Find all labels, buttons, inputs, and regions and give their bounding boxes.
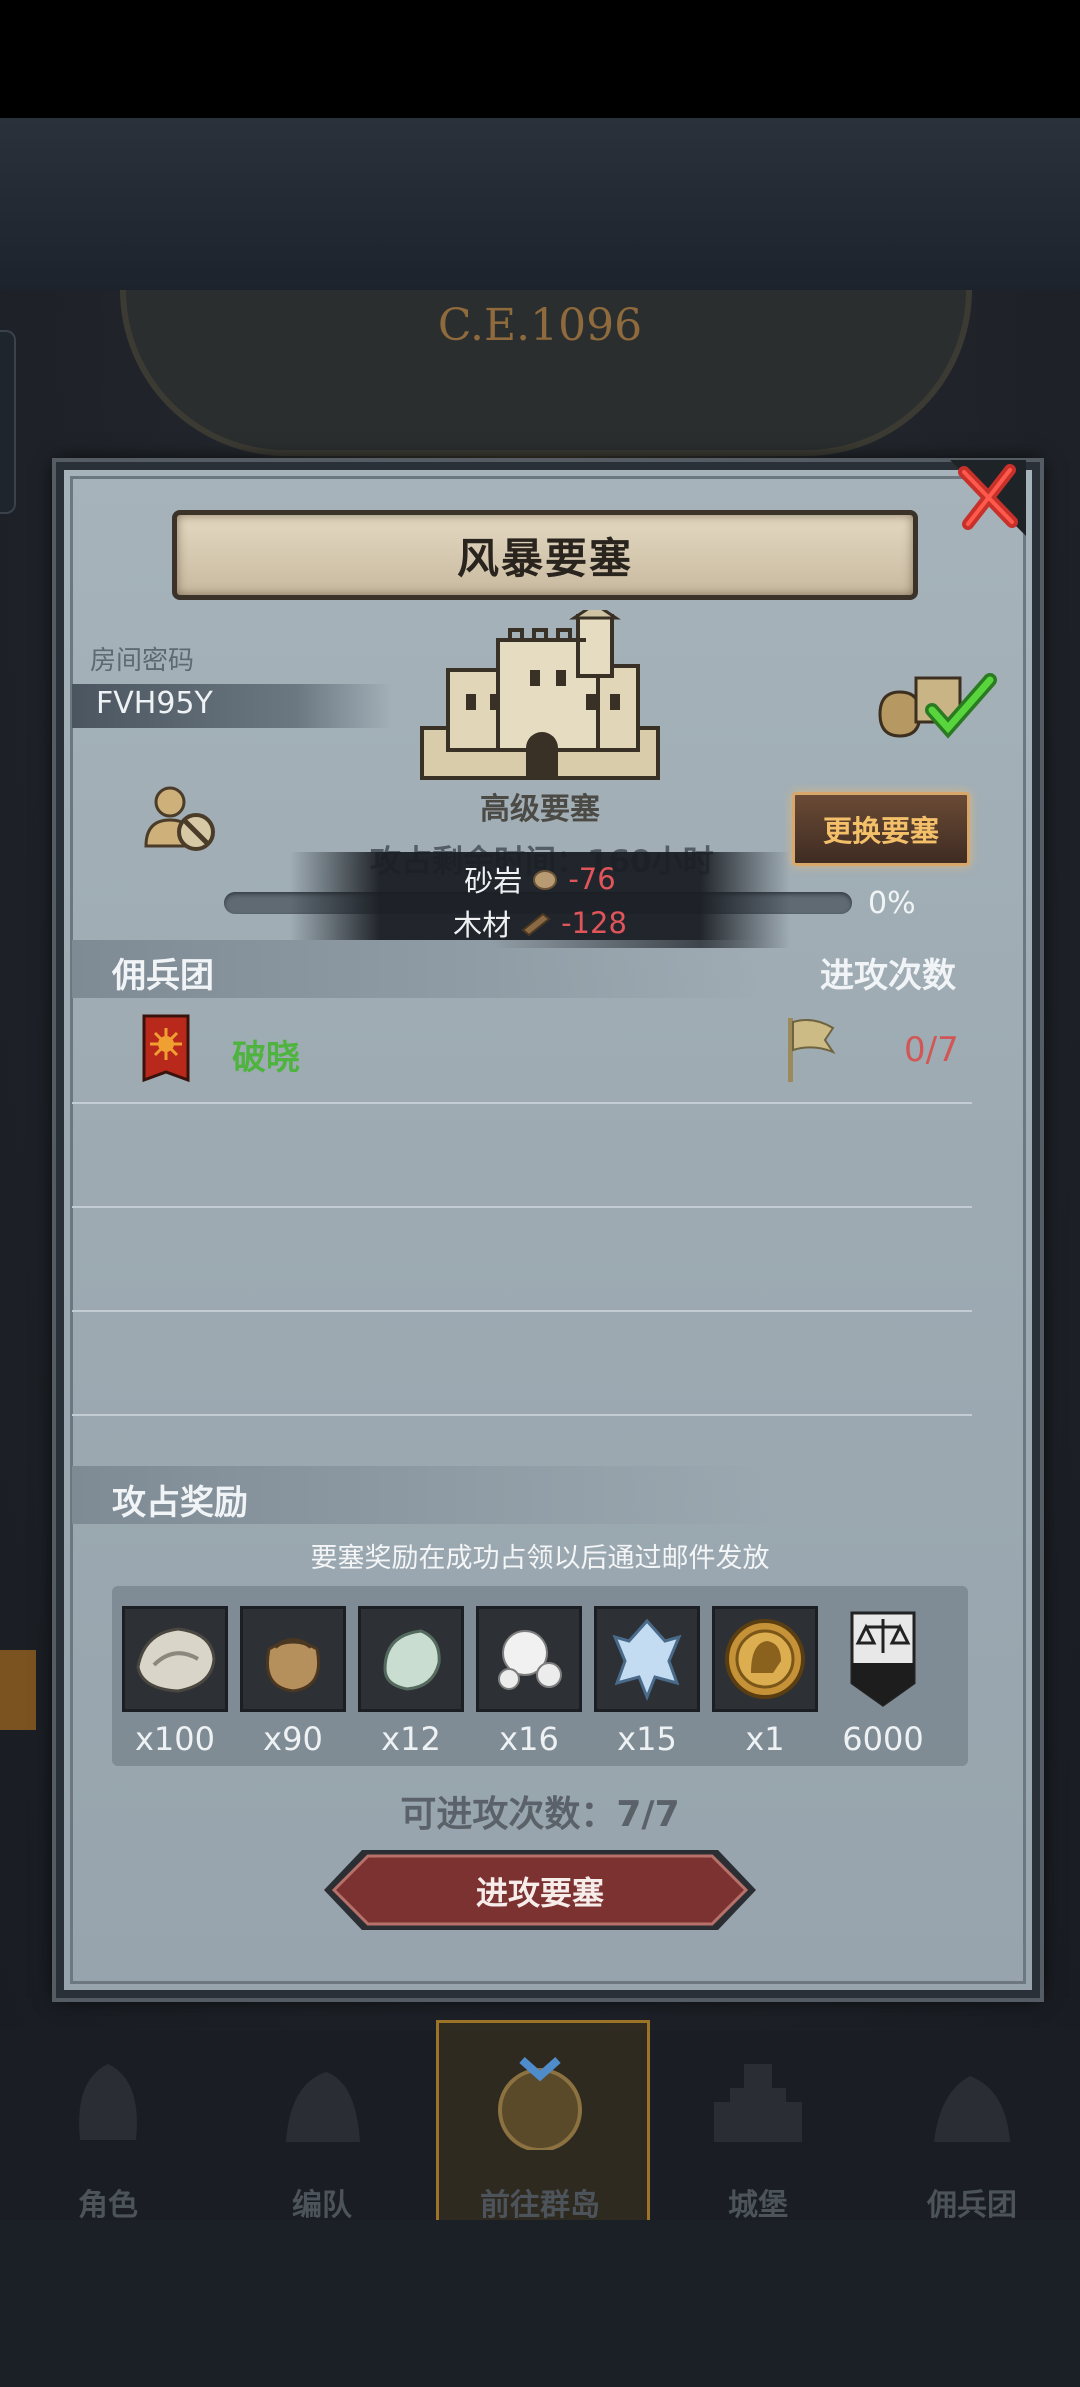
reward-item[interactable]: 6000: [830, 1606, 936, 1758]
reward-tile: [594, 1606, 700, 1712]
reward-tile: [830, 1606, 936, 1712]
status-bar: [0, 0, 1080, 118]
justice-banner-icon: [850, 1611, 916, 1707]
reward-quantity: x16: [499, 1720, 559, 1758]
attack-flag-icon: [788, 1018, 836, 1082]
mercenary-name: 破晓: [232, 1038, 300, 1078]
change-fortress-label: 更换要塞: [822, 814, 939, 848]
reward-item[interactable]: x16: [476, 1606, 582, 1758]
warrior-icon: [286, 2072, 360, 2142]
castle-nav-icon: [714, 2064, 802, 2142]
nav-label: 编队: [292, 2188, 352, 2223]
mercenary-nav-icon: [934, 2076, 1010, 2142]
row-divider: [72, 1102, 972, 1104]
reward-item[interactable]: x12: [358, 1606, 464, 1758]
occupy-progress-text: 0%: [868, 886, 916, 921]
room-code-label: 房间密码: [90, 646, 195, 676]
reward-tile: [476, 1606, 582, 1712]
nav-label: 角色: [78, 2188, 138, 2223]
reward-tile: [240, 1606, 346, 1712]
reward-quantity: x15: [617, 1720, 677, 1758]
compass-icon: [498, 2057, 582, 2150]
change-fortress-button[interactable]: 更换要塞: [792, 792, 970, 866]
nav-item-formation[interactable]: 编队: [222, 2030, 422, 2223]
era-label: C.E.1096: [437, 300, 643, 351]
cost-row-sandstone: 砂岩 -76: [290, 858, 790, 900]
cost-name: 砂岩: [464, 864, 523, 898]
attack-count-header: 进攻次数: [820, 956, 956, 996]
crystal-icon: [612, 1618, 682, 1701]
mercenary-header: 佣兵团: [112, 956, 214, 996]
cost-row-wood: 木材 -128: [290, 902, 790, 944]
reward-quantity: x90: [263, 1720, 323, 1758]
reward-item[interactable]: x100: [122, 1606, 228, 1758]
scene-side-chip: [0, 1650, 36, 1730]
nav-item-character[interactable]: 角色: [8, 2030, 208, 2223]
nav-item-mercenary[interactable]: 佣兵团: [872, 2030, 1072, 2223]
reward-item[interactable]: x90: [240, 1606, 346, 1758]
moonstone-icon: [383, 1629, 441, 1691]
close-icon[interactable]: [950, 460, 1026, 536]
reward-quantity: x12: [381, 1720, 441, 1758]
wood-icon: [521, 912, 551, 936]
attack-count-value: 0/7: [904, 1030, 959, 1070]
reward-item[interactable]: x15: [594, 1606, 700, 1758]
reward-header: 攻占奖励: [112, 1483, 248, 1523]
attack-fortress-label: 进攻要塞: [475, 1874, 604, 1912]
reward-item[interactable]: x1: [712, 1606, 818, 1758]
reward-tile: [122, 1606, 228, 1712]
reward-quantity: x1: [745, 1720, 785, 1758]
pearl-icon: [498, 1630, 562, 1690]
reward-tile: [712, 1606, 818, 1712]
bottom-band: [0, 2220, 1080, 2387]
knight-medal-icon: [725, 1619, 805, 1699]
reward-quantity: 6000: [842, 1720, 924, 1758]
cost-value: -128: [561, 906, 627, 940]
knight-helmet-icon: [79, 2064, 137, 2140]
reward-note: 要塞奖励在成功占领以后通过邮件发放: [310, 1543, 770, 1574]
sack-icon: [266, 1638, 320, 1693]
row-divider: [72, 1310, 972, 1312]
cost-name: 木材: [453, 908, 512, 942]
sandstone-icon: [533, 870, 558, 890]
dialog-title: 风暴要塞: [456, 533, 633, 583]
oyster-icon: [136, 1627, 216, 1693]
block-player-icon[interactable]: [142, 784, 218, 854]
castle-icon: [420, 610, 660, 780]
cost-tooltip: 砂岩 -76 木材 -128: [290, 852, 790, 948]
reward-tile: [358, 1606, 464, 1712]
nav-label: 佣兵团: [927, 2188, 1017, 2223]
reward-quantity: x100: [134, 1720, 215, 1758]
fortress-level: 高级要塞: [480, 792, 600, 827]
nav-item-castle[interactable]: 城堡: [658, 2030, 858, 2223]
row-divider: [72, 1206, 972, 1208]
guild-banner-icon: [142, 1014, 190, 1083]
side-panel-tab[interactable]: [0, 330, 16, 514]
row-divider: [72, 1414, 972, 1416]
title-banner: 风暴要塞: [172, 510, 918, 600]
reward-list: x100 x90 x12 x16 x15 x1 6000: [112, 1586, 968, 1766]
available-attack-times: 可进攻次数：7/7: [400, 1794, 680, 1835]
top-background-band: [0, 118, 1080, 290]
supplies-ready-icon[interactable]: [872, 670, 1002, 740]
cost-value: -76: [568, 862, 616, 896]
nav-label: 前往群岛: [480, 2188, 600, 2223]
nav-item-islands[interactable]: 前往群岛: [440, 2030, 640, 2223]
room-code-value[interactable]: FVH95Y: [96, 686, 213, 721]
nav-label: 城堡: [728, 2188, 788, 2223]
